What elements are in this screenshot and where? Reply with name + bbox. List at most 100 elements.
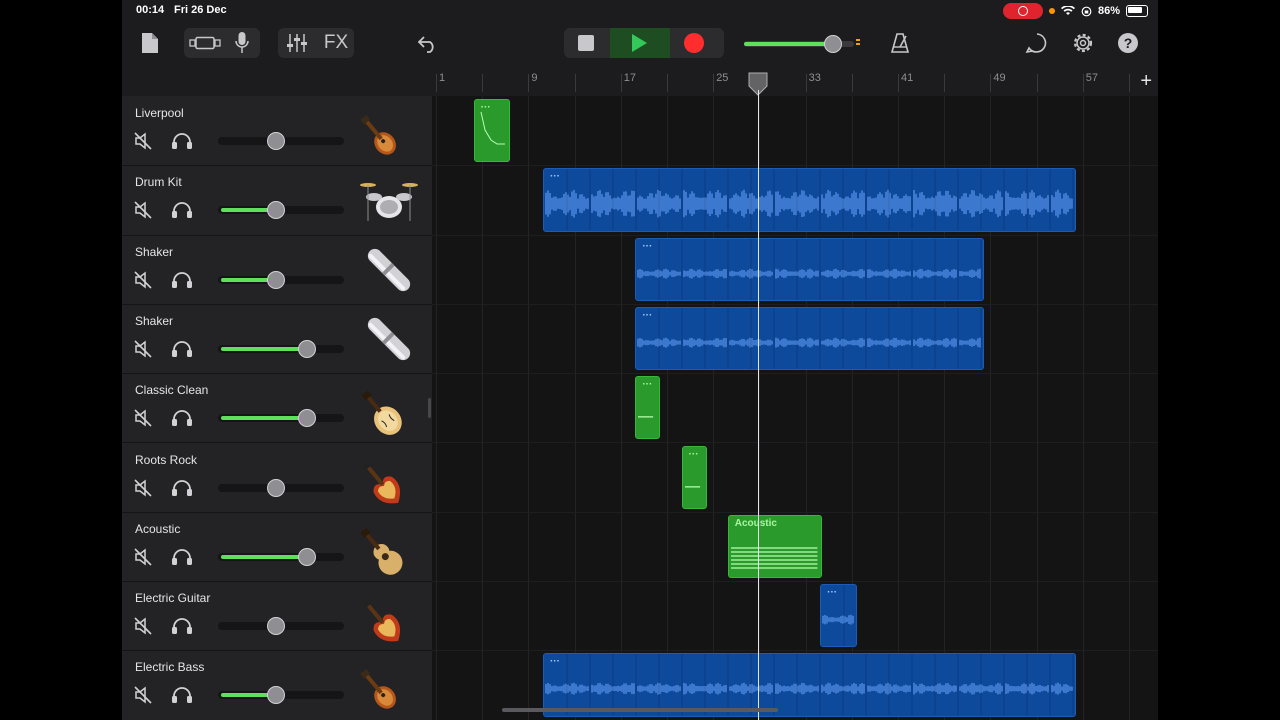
track-volume-knob[interactable] [298, 409, 316, 428]
midi-region[interactable]: Acoustic [727, 514, 823, 579]
track-volume-fill [221, 346, 309, 351]
headphones-icon[interactable] [171, 686, 193, 704]
audio-region[interactable]: ··· [635, 237, 984, 301]
track-volume-slider[interactable] [218, 686, 344, 705]
track-volume-knob[interactable] [267, 617, 285, 636]
settings-button[interactable] [1070, 30, 1096, 56]
hollow-body-guitar-icon[interactable] [360, 379, 418, 437]
record-button[interactable] [684, 33, 704, 53]
shaker-icon[interactable] [360, 241, 418, 299]
track-header[interactable]: Electric Guitar [122, 581, 432, 652]
midi-region[interactable]: ··· [635, 376, 661, 440]
acoustic-guitar-icon[interactable] [360, 518, 418, 576]
headphones-icon[interactable] [171, 617, 193, 635]
track-volume-knob[interactable] [267, 132, 285, 150]
timeline-ruler[interactable]: + 1 9 17 25 33 41 49 57 [432, 70, 1158, 96]
electric-guitar-icon[interactable] [360, 449, 418, 507]
track-volume-slider[interactable] [218, 617, 344, 636]
shaker-icon[interactable] [360, 310, 418, 368]
status-right: 86% [1002, 3, 1148, 19]
horizontal-scrollbar[interactable] [502, 708, 778, 712]
track-lane[interactable] [432, 581, 1158, 652]
smart-controls-button[interactable] [232, 30, 252, 56]
track-volume-knob[interactable] [267, 270, 285, 289]
mute-icon[interactable] [134, 548, 152, 566]
mixer-button[interactable] [284, 31, 310, 55]
track-volume-slider[interactable] [218, 547, 344, 566]
help-button[interactable]: ? [1116, 31, 1140, 55]
track-header[interactable]: Roots Rock [122, 443, 432, 513]
electric-guitar-icon[interactable] [360, 587, 418, 645]
track-volume-knob[interactable] [298, 339, 316, 358]
drum-kit-icon[interactable] [360, 171, 418, 229]
status-bar: 00:14 Fri 26 Dec 86% [122, 0, 1158, 22]
bass-guitar-icon[interactable] [360, 656, 418, 714]
header-resize-handle[interactable] [428, 398, 431, 418]
master-volume-slider[interactable] [744, 35, 860, 53]
master-volume-knob[interactable] [824, 35, 842, 53]
play-icon[interactable] [632, 34, 647, 52]
track-volume-knob[interactable] [267, 686, 285, 705]
undo-button[interactable] [416, 31, 440, 55]
track-volume-knob[interactable] [267, 201, 285, 220]
track-volume-slider[interactable] [218, 132, 344, 150]
mute-icon[interactable] [134, 340, 152, 358]
track-header[interactable]: Liverpool [122, 96, 432, 167]
bass-guitar-icon[interactable] [360, 102, 418, 160]
waveform [637, 238, 982, 300]
track-volume-slider[interactable] [218, 339, 344, 358]
mute-icon[interactable] [134, 617, 152, 635]
tracks-area[interactable]: ··· ··· ··· ··· ··· ··· Acoustic ··· ··· [432, 96, 1158, 720]
track-volume-slider[interactable] [218, 409, 344, 428]
track-volume-slider[interactable] [218, 478, 344, 497]
add-section-icon[interactable]: + [1140, 70, 1152, 93]
track-header[interactable]: Electric Bass [122, 650, 432, 720]
headphones-icon[interactable] [171, 409, 193, 427]
audio-region[interactable]: ··· [542, 168, 1077, 232]
midi-region[interactable]: ··· [473, 99, 511, 163]
region-label: ··· [688, 448, 699, 460]
track-volume-slider[interactable] [218, 201, 344, 220]
headphones-icon[interactable] [171, 340, 193, 358]
metronome-button[interactable] [888, 30, 912, 56]
region-label: ··· [642, 240, 653, 252]
ruler-tick [713, 74, 715, 92]
track-header[interactable]: Drum Kit [122, 165, 432, 236]
track-lane[interactable] [432, 96, 1158, 167]
track-lane[interactable] [432, 373, 1158, 444]
audio-region[interactable]: ··· [820, 584, 857, 648]
headphones-icon[interactable] [171, 479, 193, 497]
ruler-tick [805, 74, 807, 92]
ruler-bar-number: 1 [439, 72, 446, 84]
loop-browser-button[interactable] [1024, 30, 1050, 56]
mute-icon[interactable] [134, 686, 152, 704]
headphones-icon[interactable] [171, 548, 193, 566]
mute-icon[interactable] [134, 271, 152, 289]
mute-icon[interactable] [134, 201, 152, 219]
mute-icon[interactable] [134, 478, 152, 497]
track-header[interactable]: Classic Clean [122, 373, 432, 444]
headphones-icon[interactable] [171, 271, 193, 289]
track-header[interactable]: Acoustic [122, 512, 432, 583]
mute-icon[interactable] [134, 132, 152, 150]
stop-button[interactable] [578, 35, 594, 51]
ruler-tick [990, 74, 992, 92]
fx-button[interactable]: FX [320, 30, 352, 56]
audio-region[interactable]: ··· [635, 306, 984, 371]
track-header[interactable]: Shaker [122, 304, 432, 375]
tracks-view-button[interactable] [188, 32, 222, 54]
ruler-minor-tick [667, 74, 668, 92]
midi-region[interactable]: ··· [681, 445, 707, 509]
region-label: ··· [642, 309, 653, 321]
headphones-icon[interactable] [171, 201, 193, 219]
track-header[interactable]: Shaker [122, 235, 432, 305]
track-volume-knob[interactable] [267, 478, 285, 497]
track-volume-knob[interactable] [298, 547, 316, 566]
track-volume-slider[interactable] [218, 270, 344, 289]
mute-icon[interactable] [134, 409, 152, 427]
track-lane[interactable] [432, 443, 1158, 513]
track-volume-fill [221, 416, 309, 421]
my-songs-button[interactable] [140, 30, 160, 56]
screen-recording-icon[interactable] [1002, 3, 1043, 19]
headphones-icon[interactable] [171, 132, 193, 150]
